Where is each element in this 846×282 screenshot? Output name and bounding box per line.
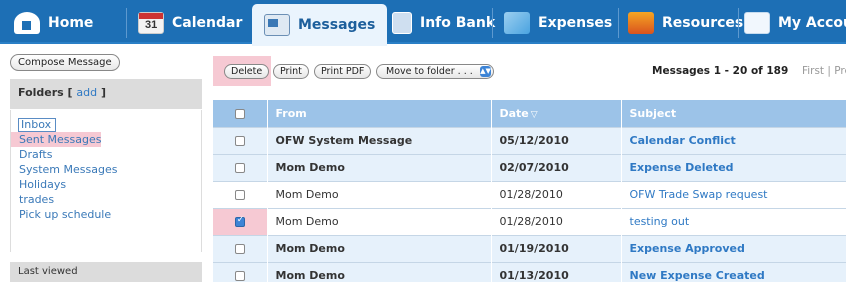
folder-holidays[interactable]: Holidays [11,177,201,192]
account-icon [744,12,770,34]
table-row[interactable]: Mom Demo 01/13/2010 New Expense Created [213,261,846,282]
nav-separator [492,8,493,38]
print-pdf-button[interactable]: Print PDF [314,64,372,79]
home-icon [14,12,40,34]
tab-info-bank[interactable]: Info Bank [392,4,495,42]
print-button[interactable]: Print [273,64,309,79]
message-subject-link[interactable]: testing out [621,207,846,235]
tab-expenses-label: Expenses [538,15,613,31]
tab-my-account[interactable]: My Accou [744,4,846,42]
select-all-checkbox[interactable] [234,108,245,119]
message-from: Mom Demo [267,180,492,208]
tab-my-account-label: My Accou [778,15,846,31]
row-checkbox[interactable] [234,163,245,173]
pager-links[interactable]: First | Pre [802,65,846,77]
header-subject[interactable]: Subject [621,100,846,127]
header-from[interactable]: From [267,100,492,127]
tab-calendar[interactable]: 31 Calendar [138,4,242,42]
top-nav: Home 31 Calendar Messages Info Bank Expe… [0,0,846,46]
tab-home-label: Home [48,15,94,31]
last-viewed-header: Last viewed [10,262,202,282]
tab-messages[interactable]: Messages [252,4,388,46]
message-date: 02/07/2010 [491,153,622,181]
message-table: From Date ▽ Subject OFW System Message 05… [213,100,846,282]
folders-header: Folders [ add ] [10,79,202,109]
header-date[interactable]: Date ▽ [491,100,622,127]
row-checkbox[interactable] [234,271,245,282]
calendar-icon: 31 [138,12,164,34]
tab-resources-label: Resources [662,15,744,31]
message-date: 01/19/2010 [491,234,622,262]
message-subject-link[interactable]: Expense Approved [621,234,846,262]
tab-resources[interactable]: Resources [628,4,743,42]
nav-separator [618,8,619,38]
sort-desc-icon: ▽ [530,109,538,120]
message-subject-link[interactable]: New Expense Created [621,261,846,282]
folder-system-messages[interactable]: System Messages [11,162,201,177]
add-folder-link[interactable]: add [76,86,97,99]
folder-inbox[interactable]: Inbox [18,118,56,132]
tab-expenses[interactable]: Expenses [504,4,612,42]
select-all-cell [213,100,268,127]
folder-list: Inbox Sent Messages Drafts System Messag… [10,110,202,252]
table-row[interactable]: OFW System Message 05/12/2010 Calendar C… [213,126,846,154]
table-row[interactable]: Mom Demo 01/28/2010 OFW Trade Swap reque… [213,180,846,208]
toolbar: Delete Print Print PDF Move to folder . … [207,46,846,86]
folder-pick-up-schedule[interactable]: Pick up schedule [11,207,201,222]
message-from: Mom Demo [267,261,492,282]
message-from: Mom Demo [267,153,492,181]
messages-icon [264,14,290,36]
nav-separator [126,8,127,38]
tab-home[interactable]: Home [14,4,93,42]
move-to-folder-select[interactable]: Move to folder . . . ▲▼ [376,64,494,79]
message-date: 01/28/2010 [491,180,622,208]
message-subject-link[interactable]: Expense Deleted [621,153,846,181]
row-checkbox[interactable] [234,136,245,146]
row-checkbox-checked[interactable] [234,215,245,227]
resources-icon [628,12,654,34]
table-row[interactable]: Mom Demo 01/19/2010 Expense Approved [213,234,846,262]
pager-count: Messages 1 - 20 of 189 [652,65,789,77]
folder-trades[interactable]: trades [11,192,201,207]
move-to-folder-label: Move to folder . . . [386,66,473,77]
message-list-area: Delete Print Print PDF Move to folder . … [207,46,846,282]
message-date: 01/13/2010 [491,261,622,282]
folder-drafts[interactable]: Drafts [11,147,201,162]
table-header-row: From Date ▽ Subject [213,100,846,127]
folders-title: Folders [18,86,64,99]
message-date: 05/12/2010 [491,126,622,154]
message-from: OFW System Message [267,126,492,154]
updown-arrow-icon: ▲▼ [480,66,491,77]
message-date: 01/28/2010 [491,207,622,235]
message-subject-link[interactable]: OFW Trade Swap request [621,180,846,208]
nav-separator [738,8,739,38]
info-bank-icon [392,12,412,34]
folder-sent-messages[interactable]: Sent Messages [11,132,101,147]
message-subject-link[interactable]: Calendar Conflict [621,126,846,154]
message-from: Mom Demo [267,234,492,262]
tab-info-bank-label: Info Bank [420,15,496,31]
table-row[interactable]: Mom Demo 01/28/2010 testing out [213,207,846,235]
table-row[interactable]: Mom Demo 02/07/2010 Expense Deleted [213,153,846,181]
row-checkbox[interactable] [234,190,245,200]
message-from: Mom Demo [267,207,492,235]
row-checkbox[interactable] [234,244,245,254]
expenses-icon [504,12,530,34]
tab-calendar-label: Calendar [172,15,243,31]
compose-message-button[interactable]: Compose Message [10,54,120,71]
sidebar: Compose Message Folders [ add ] Inbox Se… [0,46,205,282]
pager: Messages 1 - 20 of 189 First | Pre [652,65,846,77]
delete-button[interactable]: Delete [224,64,270,79]
tab-messages-label: Messages [298,17,376,33]
